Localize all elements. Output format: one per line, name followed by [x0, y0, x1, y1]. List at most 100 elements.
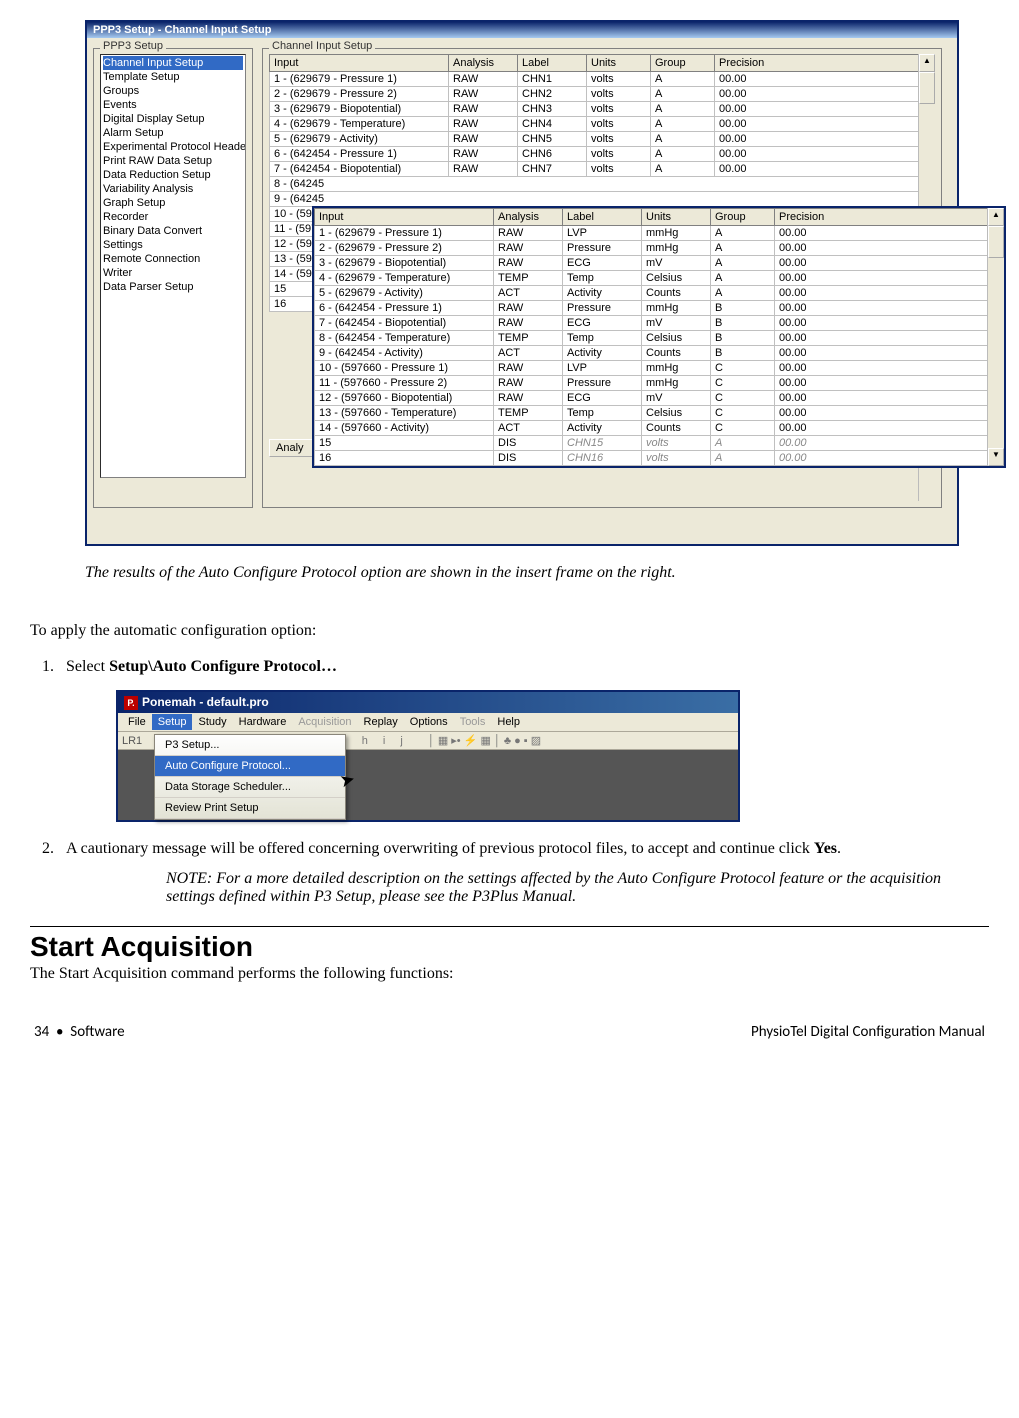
- table-cell[interactable]: CHN4: [518, 117, 587, 132]
- table-cell[interactable]: 00.00: [715, 72, 919, 87]
- list-item[interactable]: Graph Setup: [103, 196, 243, 210]
- table-cell[interactable]: volts: [642, 436, 711, 451]
- dropdown-item[interactable]: Review Print Setup: [155, 798, 345, 819]
- table-cell[interactable]: RAW: [449, 117, 518, 132]
- menubar-item[interactable]: Help: [491, 714, 526, 730]
- table-cell[interactable]: Temp: [563, 406, 642, 421]
- table-cell[interactable]: volts: [587, 147, 651, 162]
- table-row[interactable]: 7 - (642454 - Biopotential)RAWECGmVB00.0…: [315, 316, 988, 331]
- table-cell[interactable]: mmHg: [642, 301, 711, 316]
- table-cell[interactable]: 5 - (629679 - Activity): [270, 132, 449, 147]
- table-cell[interactable]: 00.00: [775, 286, 988, 301]
- table-cell[interactable]: 3 - (629679 - Biopotential): [315, 256, 494, 271]
- list-item[interactable]: Alarm Setup: [103, 126, 243, 140]
- table-cell[interactable]: A: [711, 286, 775, 301]
- table-cell[interactable]: RAW: [494, 376, 563, 391]
- table-cell[interactable]: ECG: [563, 391, 642, 406]
- table-cell[interactable]: 00.00: [775, 436, 988, 451]
- table-cell[interactable]: 00.00: [715, 117, 919, 132]
- table-cell[interactable]: C: [711, 361, 775, 376]
- list-item[interactable]: Digital Display Setup: [103, 112, 243, 126]
- table-cell[interactable]: volts: [587, 162, 651, 177]
- col-header[interactable]: Precision: [715, 55, 919, 72]
- table-cell[interactable]: 7 - (642454 - Biopotential): [315, 316, 494, 331]
- table-row[interactable]: 5 - (629679 - Activity)ACTActivityCounts…: [315, 286, 988, 301]
- table-cell[interactable]: Activity: [563, 346, 642, 361]
- table-cell[interactable]: LVP: [563, 361, 642, 376]
- table-row[interactable]: 8 - (64245: [270, 177, 919, 192]
- table-row[interactable]: 15DISCHN15voltsA00.00: [315, 436, 988, 451]
- table-cell[interactable]: 00.00: [775, 406, 988, 421]
- table-cell[interactable]: 00.00: [715, 162, 919, 177]
- table-cell[interactable]: A: [651, 87, 715, 102]
- menubar-item[interactable]: Tools: [454, 714, 492, 730]
- table-cell[interactable]: A: [711, 436, 775, 451]
- table-row[interactable]: 11 - (597660 - Pressure 2)RAWPressuremmH…: [315, 376, 988, 391]
- table-cell[interactable]: 1 - (629679 - Pressure 1): [315, 226, 494, 241]
- table-row[interactable]: 9 - (642454 - Activity)ACTActivityCounts…: [315, 346, 988, 361]
- table-cell[interactable]: ACT: [494, 286, 563, 301]
- table-row[interactable]: 12 - (597660 - Biopotential)RAWECGmVC00.…: [315, 391, 988, 406]
- table-cell[interactable]: mV: [642, 316, 711, 331]
- table-cell[interactable]: C: [711, 376, 775, 391]
- table-cell[interactable]: 00.00: [775, 376, 988, 391]
- table-cell[interactable]: mV: [642, 391, 711, 406]
- table-cell[interactable]: RAW: [494, 391, 563, 406]
- menubar-item[interactable]: Hardware: [233, 714, 293, 730]
- table-cell[interactable]: B: [711, 316, 775, 331]
- col-header[interactable]: Label: [518, 55, 587, 72]
- table-cell[interactable]: 16: [315, 451, 494, 466]
- table-cell[interactable]: Celsius: [642, 271, 711, 286]
- table-cell[interactable]: A: [711, 241, 775, 256]
- table-cell[interactable]: 1 - (629679 - Pressure 1): [270, 72, 449, 87]
- list-item[interactable]: Recorder: [103, 210, 243, 224]
- table-cell[interactable]: CHN15: [563, 436, 642, 451]
- table-row[interactable]: 9 - (64245: [270, 192, 919, 207]
- table-cell[interactable]: CHN3: [518, 102, 587, 117]
- col-header[interactable]: Precision: [775, 209, 988, 226]
- table-cell[interactable]: CHN7: [518, 162, 587, 177]
- table-row[interactable]: 10 - (597660 - Pressure 1)RAWLVPmmHgC00.…: [315, 361, 988, 376]
- table-cell[interactable]: DIS: [494, 451, 563, 466]
- table-cell[interactable]: mmHg: [642, 226, 711, 241]
- table-cell[interactable]: volts: [587, 72, 651, 87]
- table-cell[interactable]: 2 - (629679 - Pressure 2): [315, 241, 494, 256]
- table-cell[interactable]: ACT: [494, 421, 563, 436]
- table-cell[interactable]: 00.00: [775, 331, 988, 346]
- setup-dropdown[interactable]: P3 Setup...Auto Configure Protocol...Dat…: [154, 734, 346, 820]
- table-cell[interactable]: Activity: [563, 286, 642, 301]
- table-cell[interactable]: 3 - (629679 - Biopotential): [270, 102, 449, 117]
- table-cell[interactable]: 7 - (642454 - Biopotential): [270, 162, 449, 177]
- table-cell[interactable]: Counts: [642, 421, 711, 436]
- dropdown-item[interactable]: P3 Setup...: [155, 735, 345, 756]
- table-cell[interactable]: C: [711, 391, 775, 406]
- table-cell[interactable]: CHN1: [518, 72, 587, 87]
- list-item[interactable]: Binary Data Convert: [103, 224, 243, 238]
- list-item[interactable]: Writer: [103, 266, 243, 280]
- table-row[interactable]: 14 - (597660 - Activity)ACTActivityCount…: [315, 421, 988, 436]
- table-cell[interactable]: CHN6: [518, 147, 587, 162]
- list-item[interactable]: Groups: [103, 84, 243, 98]
- table-cell[interactable]: CHN2: [518, 87, 587, 102]
- table-cell[interactable]: ACT: [494, 346, 563, 361]
- table-cell[interactable]: A: [651, 162, 715, 177]
- table-cell[interactable]: A: [711, 451, 775, 466]
- table-cell[interactable]: B: [711, 346, 775, 361]
- table-cell[interactable]: Activity: [563, 421, 642, 436]
- menubar-item[interactable]: Study: [192, 714, 232, 730]
- table-cell[interactable]: 6 - (642454 - Pressure 1): [270, 147, 449, 162]
- table-row[interactable]: 3 - (629679 - Biopotential)RAWCHN3voltsA…: [270, 102, 919, 117]
- channel-grid-front[interactable]: InputAnalysisLabelUnitsGroupPrecision1 -…: [314, 208, 988, 466]
- menubar-item[interactable]: Options: [404, 714, 454, 730]
- scroll-up-icon[interactable]: ▲: [919, 54, 935, 72]
- table-cell[interactable]: A: [651, 72, 715, 87]
- table-cell[interactable]: A: [711, 256, 775, 271]
- table-cell[interactable]: 00.00: [775, 361, 988, 376]
- table-cell[interactable]: Temp: [563, 331, 642, 346]
- table-cell[interactable]: Counts: [642, 346, 711, 361]
- list-item[interactable]: Template Setup: [103, 70, 243, 84]
- table-cell[interactable]: Pressure: [563, 241, 642, 256]
- table-cell[interactable]: LVP: [563, 226, 642, 241]
- col-header[interactable]: Analysis: [494, 209, 563, 226]
- table-cell[interactable]: CHN16: [563, 451, 642, 466]
